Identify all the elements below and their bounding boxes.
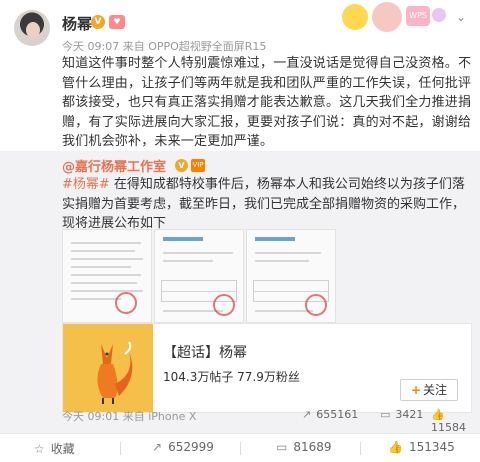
repost-like-stat[interactable]: 👍11584 xyxy=(431,408,480,434)
comment-button[interactable]: ▭ 81689 xyxy=(276,440,332,454)
like-button[interactable]: 👍 151345 xyxy=(388,440,455,454)
like-icon: 👍 xyxy=(388,440,403,454)
chevron-down-icon[interactable]: ⌄ xyxy=(456,10,466,24)
forward-icon: ↗ xyxy=(152,440,163,454)
repost-forward-stat[interactable]: ↗ 655161 xyxy=(302,408,358,421)
decoration-emoji-icon xyxy=(342,4,368,30)
document-thumbnail[interactable] xyxy=(62,229,152,323)
forward-icon: ↗ xyxy=(302,408,312,421)
repost-text: #杨幂# 在得知成都特校事件后，杨幂本人和我公司始终以为孩子们落实捐赠为首要考虑… xyxy=(62,175,472,234)
post-time[interactable]: 今天 09:07 xyxy=(62,40,119,53)
super-topic-card[interactable]: 【超话】杨幂 104.3万帖子 77.9万粉丝 + 关注 xyxy=(62,323,472,413)
divider xyxy=(120,442,121,455)
post-username[interactable]: 杨幂 xyxy=(62,13,92,34)
repost-hashtag[interactable]: #杨幂# xyxy=(62,177,110,192)
repost-body: 在得知成都特校事件后，杨幂本人和我公司始终以为孩子们落实捐赠为首要考虑，截至昨日… xyxy=(62,177,466,231)
decoration-tag: WPS xyxy=(406,6,430,26)
repost-verified-badge: V xyxy=(175,159,188,172)
repost-source[interactable]: iPhone X xyxy=(148,410,196,423)
repost-forward-count: 655161 xyxy=(316,408,359,421)
fox-logo-image xyxy=(63,324,153,412)
super-topic-title: 【超话】杨幂 xyxy=(163,345,247,361)
plus-icon: + xyxy=(410,383,422,397)
repost-vip-badge: VIP xyxy=(191,159,205,172)
like-count: 151345 xyxy=(408,440,455,454)
post-source[interactable]: OPPO超视野全面屏R15 xyxy=(148,40,266,53)
repost-meta: 今天 09:01 来自 iPhone X xyxy=(62,408,196,424)
comment-icon: ▭ xyxy=(276,440,288,454)
follow-button[interactable]: + 关注 xyxy=(400,379,458,401)
action-bar: ☆ 收藏 ↗ 652999 ▭ 81689 👍 151345 xyxy=(0,433,480,462)
weibo-post-card: 杨幂 V ♥ WPS ⌄ 今天 09:07 来自 OPPO超视野全面屏R15 知… xyxy=(0,0,480,462)
favorite-label: 收藏 xyxy=(50,442,75,456)
comment-count: 81689 xyxy=(293,440,332,454)
decoration-portrait-icon xyxy=(372,2,402,32)
forward-count: 652999 xyxy=(168,440,214,454)
decoration-bubble-icon xyxy=(432,8,446,22)
repost-comment-stat[interactable]: ▭ 3421 xyxy=(380,408,423,421)
post-text: 知道这件事时整个人特别震惊难过，一直没说话是觉得自己没资格。不管什么理由，让孩子… xyxy=(62,56,472,149)
document-thumbnail[interactable] xyxy=(246,229,336,323)
avatar[interactable] xyxy=(14,10,50,46)
repost-username[interactable]: @嘉行杨幂工作室 xyxy=(62,156,166,175)
repost-block: @嘉行杨幂工作室 V VIP #杨幂# 在得知成都特校事件后，杨幂本人和我公司始… xyxy=(0,151,480,434)
repost-source-prefix: 来自 xyxy=(122,410,145,423)
forward-button[interactable]: ↗ 652999 xyxy=(152,440,214,454)
divider xyxy=(240,442,241,455)
follow-label: 关注 xyxy=(423,383,448,397)
document-thumbnail[interactable] xyxy=(154,229,244,323)
super-topic-stats: 104.3万帖子 77.9万粉丝 xyxy=(163,370,300,384)
comment-icon: ▭ xyxy=(380,408,391,421)
favorite-button[interactable]: ☆ 收藏 xyxy=(34,440,75,457)
repost-time[interactable]: 今天 09:01 xyxy=(62,410,119,423)
post-source-prefix: 来自 xyxy=(122,40,145,53)
like-icon: 👍 xyxy=(431,408,445,421)
repost-comment-count: 3421 xyxy=(395,408,424,421)
decoration-banner[interactable]: WPS xyxy=(342,0,452,34)
post-meta: 今天 09:07 来自 OPPO超视野全面屏R15 xyxy=(62,38,266,54)
divider xyxy=(360,442,361,455)
member-level-badge: ♥ xyxy=(109,15,125,29)
verified-badge: V xyxy=(91,15,105,29)
star-icon: ☆ xyxy=(34,442,45,456)
